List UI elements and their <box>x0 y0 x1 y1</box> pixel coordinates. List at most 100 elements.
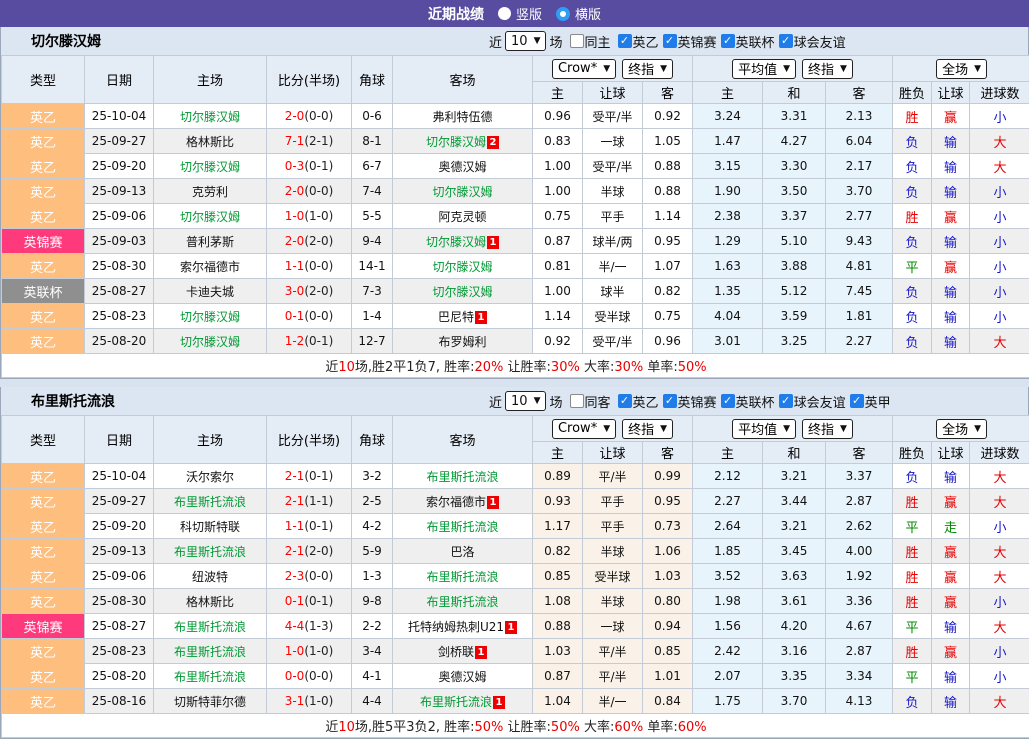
layout-radio-vertical[interactable]: 竖版 <box>498 4 542 23</box>
league-type-cell: 英锦赛 <box>2 229 85 254</box>
team-name-link[interactable]: 布里斯托流浪 <box>174 495 246 509</box>
summary-segment: 60% <box>614 720 643 735</box>
team-name-link[interactable]: 布里斯托流浪 <box>174 545 246 559</box>
fulltime-score: 0-0 <box>285 669 305 683</box>
team-name-link[interactable]: 切尔滕汉姆 <box>426 235 486 249</box>
team-name-link[interactable]: 切尔滕汉姆 <box>180 160 240 174</box>
league-filter[interactable]: ✓英锦赛 <box>663 32 717 51</box>
corner-cell: 1-3 <box>352 564 393 589</box>
winloss-result-cell: 平 <box>893 664 932 689</box>
corner-cell: 3-4 <box>352 639 393 664</box>
team-name-link[interactable]: 切尔滕汉姆 <box>180 110 240 124</box>
team-name-link[interactable]: 科切斯特联 <box>180 520 240 534</box>
handicap-result-cell: 输 <box>932 129 970 154</box>
league-filter[interactable]: ✓英联杯 <box>721 392 775 411</box>
team-name-link[interactable]: 阿克灵顿 <box>438 210 486 224</box>
team-name-link[interactable]: 切尔滕汉姆 <box>432 285 492 299</box>
score-cell: 2-3(0-0) <box>267 564 352 589</box>
avg-away-cell: 3.37 <box>826 464 893 489</box>
team-name-link[interactable]: 切斯特菲尔德 <box>174 695 246 709</box>
team-name-link[interactable]: 巴洛 <box>450 545 474 559</box>
team-name-link[interactable]: 布里斯托流浪 <box>420 695 492 709</box>
team-name-link[interactable]: 格林斯比 <box>186 595 234 609</box>
away-team-cell: 索尔福德市1 <box>393 489 533 514</box>
avg-home-cell: 1.29 <box>693 229 763 254</box>
team-name-link[interactable]: 切尔滕汉姆 <box>432 185 492 199</box>
team-name-link[interactable]: 弗利特伍德 <box>432 110 492 124</box>
handicap-result-cell: 赢 <box>932 539 970 564</box>
winloss-result-cell: 负 <box>893 464 932 489</box>
checkbox-icon <box>570 394 584 408</box>
league-filter[interactable]: ✓英锦赛 <box>663 392 717 411</box>
odds-stage-select[interactable]: 终指▼ <box>622 419 673 439</box>
date-cell: 25-09-13 <box>85 179 154 204</box>
league-filter[interactable]: ✓英乙 <box>618 392 659 411</box>
league-filter[interactable]: ✓球会友谊 <box>779 32 846 51</box>
halftime-score: (1-0) <box>304 209 333 223</box>
crow-away-odds-cell: 1.07 <box>643 254 693 279</box>
odds-stage-select[interactable]: 终指▼ <box>622 59 673 79</box>
score-cell: 0-3(0-1) <box>267 154 352 179</box>
average-select[interactable]: 平均值▼ <box>732 59 796 79</box>
league-filter[interactable]: ✓英联杯 <box>721 32 775 51</box>
team-name-link[interactable]: 切尔滕汉姆 <box>180 335 240 349</box>
handicap-cell: 半球 <box>583 179 643 204</box>
team-name-link[interactable]: 托特纳姆热刺U21 <box>408 620 504 634</box>
team-name-link[interactable]: 布里斯托流浪 <box>174 620 246 634</box>
team-name-link[interactable]: 沃尔索尔 <box>186 470 234 484</box>
team-name-link[interactable]: 克劳利 <box>192 185 228 199</box>
winloss-result-cell: 平 <box>893 514 932 539</box>
team-name-link[interactable]: 巴尼特 <box>438 310 474 324</box>
same-venue-filter[interactable]: 同主 <box>570 32 611 51</box>
sub-header-avg-away: 客 <box>826 442 893 464</box>
bookmaker-select[interactable]: Crow*▼ <box>552 419 616 439</box>
handicap-result-cell: 输 <box>932 614 970 639</box>
scope-select[interactable]: 全场▼ <box>936 59 987 79</box>
team-name-link[interactable]: 卡迪夫城 <box>186 285 234 299</box>
team-name-link[interactable]: 布里斯托流浪 <box>174 670 246 684</box>
team-name-link[interactable]: 切尔滕汉姆 <box>426 135 486 149</box>
team-name-link[interactable]: 布罗姆利 <box>438 335 486 349</box>
crow-home-odds-cell: 1.00 <box>533 279 583 304</box>
team-name-link[interactable]: 布里斯托流浪 <box>426 570 498 584</box>
chevron-down-icon: ▼ <box>783 64 790 74</box>
team-name-link[interactable]: 剑桥联 <box>438 645 474 659</box>
avg-stage-select[interactable]: 终指▼ <box>802 419 853 439</box>
radio-label: 竖版 <box>516 4 542 23</box>
team-name-link[interactable]: 布里斯托流浪 <box>174 645 246 659</box>
crow-away-odds-cell: 0.95 <box>643 229 693 254</box>
league-type-cell: 英乙 <box>2 154 85 179</box>
team-name-link[interactable]: 切尔滕汉姆 <box>180 310 240 324</box>
team-name-link[interactable]: 奥德汉姆 <box>438 670 486 684</box>
league-filter[interactable]: ✓英甲 <box>850 392 891 411</box>
team-name-link[interactable]: 纽波特 <box>192 570 228 584</box>
team-name-link[interactable]: 切尔滕汉姆 <box>432 260 492 274</box>
match-count-select[interactable]: 10 ▼ <box>505 31 546 51</box>
team-name-link[interactable]: 奥德汉姆 <box>438 160 486 174</box>
team-name-link[interactable]: 布里斯托流浪 <box>426 520 498 534</box>
team-name-link[interactable]: 切尔滕汉姆 <box>180 210 240 224</box>
crow-home-odds-cell: 0.81 <box>533 254 583 279</box>
league-filter[interactable]: ✓英乙 <box>618 32 659 51</box>
match-count-select[interactable]: 10 ▼ <box>505 391 546 411</box>
table-row: 英乙25-09-27布里斯托流浪2-1(1-1)2-5索尔福德市10.93平手0… <box>2 489 1029 514</box>
red-card-badge: 1 <box>475 311 487 324</box>
team-name-link[interactable]: 索尔福德市 <box>426 495 486 509</box>
team-name-link[interactable]: 索尔福德市 <box>180 260 240 274</box>
checkbox-checked-icon: ✓ <box>618 394 632 408</box>
score-cell: 2-1(0-1) <box>267 464 352 489</box>
bookmaker-select[interactable]: Crow*▼ <box>552 59 616 79</box>
team-name-link[interactable]: 布里斯托流浪 <box>426 595 498 609</box>
league-filter[interactable]: ✓球会友谊 <box>779 392 846 411</box>
team-name-link[interactable]: 格林斯比 <box>186 135 234 149</box>
date-cell: 25-08-16 <box>85 689 154 714</box>
scope-select[interactable]: 全场▼ <box>936 419 987 439</box>
table-row: 英乙25-08-20布里斯托流浪0-0(0-0)4-1奥德汉姆0.87平/半1.… <box>2 664 1029 689</box>
average-select[interactable]: 平均值▼ <box>732 419 796 439</box>
league-filter-label: 球会友谊 <box>794 392 846 411</box>
same-venue-filter[interactable]: 同客 <box>570 392 611 411</box>
avg-stage-select[interactable]: 终指▼ <box>802 59 853 79</box>
team-name-link[interactable]: 普利茅斯 <box>186 235 234 249</box>
layout-radio-horizontal[interactable]: 横版 <box>556 4 601 23</box>
team-name-link[interactable]: 布里斯托流浪 <box>426 470 498 484</box>
